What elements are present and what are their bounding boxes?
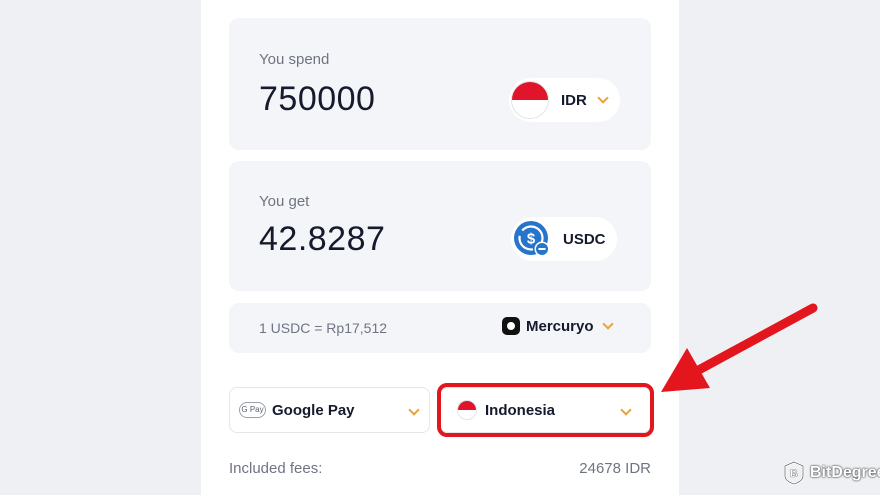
- chevron-down-icon: [408, 404, 420, 416]
- get-card: You get 42.8287 $ USDC: [229, 161, 651, 291]
- spend-currency-code: IDR: [561, 91, 587, 109]
- fees-label: Included fees:: [229, 460, 323, 477]
- payment-method-select[interactable]: G Pay Google Pay: [229, 387, 430, 433]
- get-currency-code: USDC: [563, 230, 606, 248]
- indonesia-flag-icon: [457, 400, 477, 420]
- country-select[interactable]: Indonesia: [440, 387, 651, 433]
- get-label: You get: [259, 193, 310, 210]
- spend-card: You spend 750000 IDR: [229, 18, 651, 150]
- spend-amount-input[interactable]: 750000: [259, 80, 375, 119]
- svg-text:B: B: [790, 468, 798, 480]
- country-label: Indonesia: [485, 401, 556, 419]
- indonesia-flag-icon: [511, 81, 549, 119]
- chevron-down-icon: [597, 92, 609, 104]
- chevron-down-icon: [620, 404, 632, 416]
- exchange-rate: 1 USDC = Rp17,512: [259, 320, 388, 336]
- google-pay-icon: G Pay: [239, 402, 266, 418]
- spend-label: You spend: [259, 51, 330, 68]
- provider-selector[interactable]: Mercuryo: [502, 317, 614, 335]
- fees-value: 24678 IDR: [579, 460, 651, 477]
- provider-name: Mercuryo: [526, 317, 594, 335]
- usdc-coin-icon: $: [513, 220, 551, 258]
- bitdegree-watermark: B BitDegree: [783, 461, 880, 485]
- get-amount: 42.8287: [259, 220, 386, 258]
- spend-currency-selector[interactable]: IDR: [509, 78, 620, 122]
- mercuryo-logo-icon: [502, 317, 520, 335]
- svg-text:$: $: [527, 231, 536, 248]
- chevron-down-icon: [601, 318, 614, 330]
- rate-row: 1 USDC = Rp17,512 Mercuryo: [229, 303, 651, 353]
- get-currency-selector[interactable]: $ USDC: [511, 217, 617, 261]
- watermark-text: BitDegree: [810, 464, 880, 481]
- payment-method-label: Google Pay: [272, 401, 355, 419]
- annotation-arrow-icon: [661, 303, 818, 392]
- screenshot-stage: You spend 750000 IDR You get 42.8287 $ U: [0, 0, 880, 495]
- bitdegree-logo-icon: B: [783, 461, 805, 485]
